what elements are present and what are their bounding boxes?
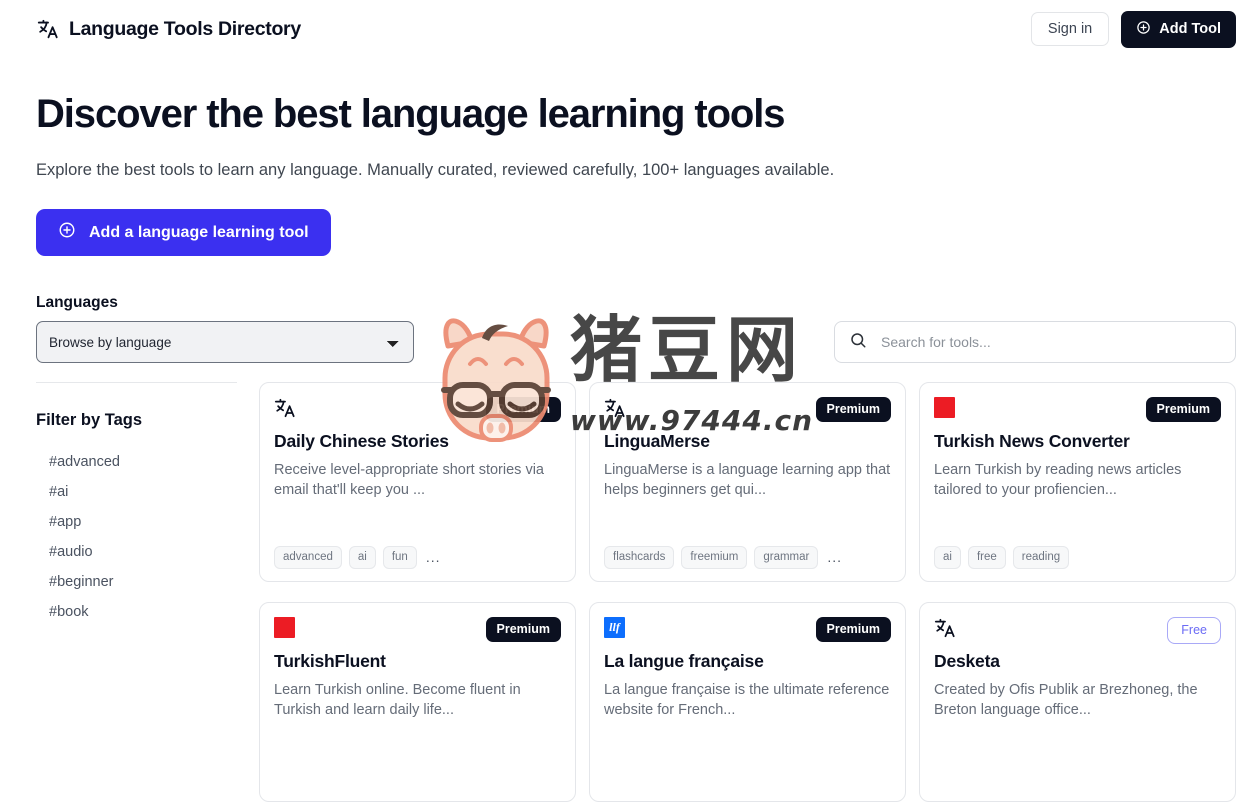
page-subtitle: Explore the best tools to learn any lang… [36, 161, 835, 179]
blue-square-favicon-icon: llf [604, 617, 625, 638]
card-tag[interactable]: freemium [681, 545, 748, 569]
card-tags-more[interactable]: ... [424, 549, 441, 565]
status-badge: Premium [485, 397, 561, 422]
tool-card[interactable]: Free Desketa Created by Ofis Publik ar Bre… [919, 602, 1236, 802]
tool-cards-grid: Premium Daily Chinese Stories Receive leve… [259, 382, 1236, 802]
card-description: La langue française is the ultimate refe… [604, 682, 890, 718]
card-title: LinguaMerse [604, 431, 710, 451]
add-tool-button[interactable]: Add Tool [1121, 10, 1236, 48]
sidebar-tag-app[interactable]: #app [36, 507, 237, 537]
brand[interactable]: Language Tools Directory [36, 17, 301, 41]
card-title: Desketa [934, 651, 1000, 671]
status-badge: Premium [1145, 397, 1221, 422]
card-description: LinguaMerse is a language learning app t… [604, 462, 891, 498]
card-title: Turkish News Converter [934, 431, 1130, 451]
card-tag[interactable]: free [967, 545, 1006, 569]
language-filter: Languages Browse by language [36, 294, 414, 363]
filters-row: Languages Browse by language [0, 294, 1253, 363]
translate-icon [274, 397, 296, 419]
card-tag[interactable]: ai [934, 545, 961, 569]
languages-label: Languages [36, 294, 118, 311]
add-tool-label: Add Tool [1159, 21, 1221, 37]
status-badge: Premium [815, 617, 891, 642]
card-description: Learn Turkish by reading news articles t… [934, 462, 1182, 498]
sidebar-tag-advanced[interactable]: #advanced [36, 447, 237, 477]
card-header: Premium [934, 397, 1221, 425]
hero-section: Discover the best language learning tool… [0, 58, 1253, 256]
search-box[interactable] [834, 321, 1236, 363]
card-header: Premium [274, 617, 561, 645]
plus-circle-icon [58, 221, 76, 244]
card-description: Receive level-appropriate short stories … [274, 462, 544, 498]
tool-card[interactable]: Premium LinguaMerse LinguaMerse is a langu… [589, 382, 906, 582]
card-header: Free [934, 617, 1221, 645]
card-title: La langue française [604, 651, 764, 671]
card-title: TurkishFluent [274, 651, 386, 671]
card-tags-more[interactable]: ... [825, 549, 842, 565]
status-badge: Premium [485, 617, 561, 642]
sign-in-button[interactable]: Sign in [1030, 12, 1110, 46]
translate-icon [604, 397, 626, 419]
card-title: Daily Chinese Stories [274, 431, 449, 451]
card-tags: advanced ai fun... [274, 545, 561, 569]
card-tag[interactable]: flashcards [604, 545, 675, 569]
add-language-tool-button[interactable]: Add a language learning tool [36, 209, 331, 256]
card-tag[interactable]: grammar [754, 545, 819, 569]
sidebar-tag-book[interactable]: #book [36, 597, 237, 627]
sidebar-tag-ai[interactable]: #ai [36, 477, 237, 507]
card-header: Premium [274, 397, 561, 425]
card-header: llf Premium [604, 617, 891, 645]
sidebar-divider [36, 382, 237, 383]
card-tag[interactable]: advanced [274, 545, 342, 569]
card-tags: ai free reading [934, 545, 1221, 569]
red-square-favicon-icon [934, 397, 955, 418]
status-badge: Premium [815, 397, 891, 422]
filter-by-tags-title: Filter by Tags [36, 411, 143, 429]
translate-icon [934, 617, 956, 639]
tags-sidebar: Filter by Tags #advanced #ai #app #audio… [36, 382, 237, 802]
search-input[interactable] [879, 333, 1221, 351]
card-header: Premium [604, 397, 891, 425]
content-area: Filter by Tags #advanced #ai #app #audio… [0, 382, 1253, 802]
sidebar-tag-audio[interactable]: #audio [36, 537, 237, 567]
tool-card[interactable]: llf Premium La langue française La langue f… [589, 602, 906, 802]
translate-icon [36, 17, 60, 41]
brand-title: Language Tools Directory [69, 17, 301, 40]
tool-card[interactable]: Premium TurkishFluent Learn Turkish online… [259, 602, 576, 802]
plus-circle-icon [1136, 20, 1151, 39]
card-tag[interactable]: fun [382, 545, 417, 569]
search-icon [849, 331, 867, 354]
tool-card[interactable]: Premium Turkish News Converter Learn Turki… [919, 382, 1236, 582]
card-tag[interactable]: ai [348, 545, 376, 569]
language-select[interactable]: Browse by language [36, 321, 414, 363]
cta-label: Add a language learning tool [89, 223, 309, 241]
red-square-favicon-icon [274, 617, 295, 638]
card-description: Created by Ofis Publik ar Brezhoneg, the… [934, 682, 1198, 718]
site-header: Language Tools Directory Sign in Add Too… [0, 0, 1253, 58]
card-tags: flashcards freemium grammar... [604, 545, 891, 569]
card-tag[interactable]: reading [1012, 545, 1070, 569]
card-description: Learn Turkish online. Become fluent in T… [274, 682, 521, 718]
status-badge: Free [1167, 617, 1221, 644]
page-title: Discover the best language learning tool… [36, 92, 786, 136]
tool-card[interactable]: Premium Daily Chinese Stories Receive leve… [259, 382, 576, 582]
sidebar-tag-beginner[interactable]: #beginner [36, 567, 237, 597]
header-actions: Sign in Add Tool [1030, 10, 1236, 48]
